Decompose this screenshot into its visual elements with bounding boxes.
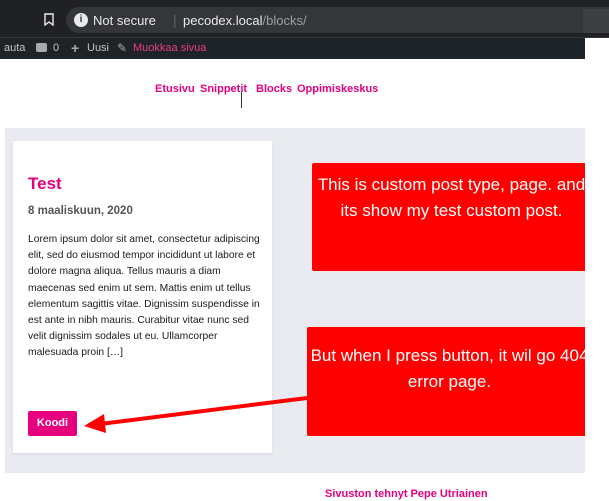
annotation-note-1: This is custom post type, page. and its …	[312, 163, 591, 271]
admin-bar-edit-page[interactable]: Muokkaa sivua	[133, 41, 206, 55]
toolbar-edge	[583, 9, 609, 33]
plus-icon[interactable]: +	[71, 41, 79, 55]
footer-credit: Sivuston tehnyt Pepe Utriainen	[325, 488, 488, 500]
nav-link-blocks[interactable]: Blocks	[256, 82, 292, 96]
page-gutter	[585, 38, 609, 500]
annotation-note-2: But when I press button, it wil go 404 e…	[307, 327, 592, 436]
text-cursor	[241, 92, 242, 108]
browser-toolbar: i Not secure | pecodex.local/blocks/	[0, 0, 609, 38]
admin-bar-new[interactable]: Uusi	[87, 41, 109, 55]
post-excerpt: Lorem ipsum dolor sit amet, consectetur …	[28, 234, 260, 359]
bookmark-icon[interactable]	[44, 13, 54, 26]
nav-link-snippetit[interactable]: Snippetit	[200, 82, 247, 96]
post-date: 8 maaliskuun, 2020	[28, 205, 133, 217]
koodi-button[interactable]: Koodi	[28, 411, 77, 436]
omnibox-separator: |	[173, 12, 177, 28]
post-title[interactable]: Test	[28, 174, 62, 194]
url-text[interactable]: pecodex.local/blocks/	[183, 13, 307, 28]
wp-admin-bar: auta 0 + Uusi ✎ Muokkaa sivua	[0, 38, 585, 59]
pencil-icon[interactable]: ✎	[117, 42, 127, 54]
admin-bar-customize[interactable]: auta	[4, 41, 25, 55]
security-label[interactable]: Not secure	[93, 13, 156, 28]
nav-link-etusivu[interactable]: Etusivu	[155, 82, 195, 96]
url-path: /blocks/	[262, 13, 307, 28]
nav-link-oppimiskeskus[interactable]: Oppimiskeskus	[297, 82, 378, 96]
admin-bar-comments-count[interactable]: 0	[53, 41, 59, 55]
comment-icon[interactable]	[36, 43, 47, 52]
info-icon[interactable]: i	[74, 13, 88, 27]
url-host: pecodex.local	[183, 13, 263, 28]
